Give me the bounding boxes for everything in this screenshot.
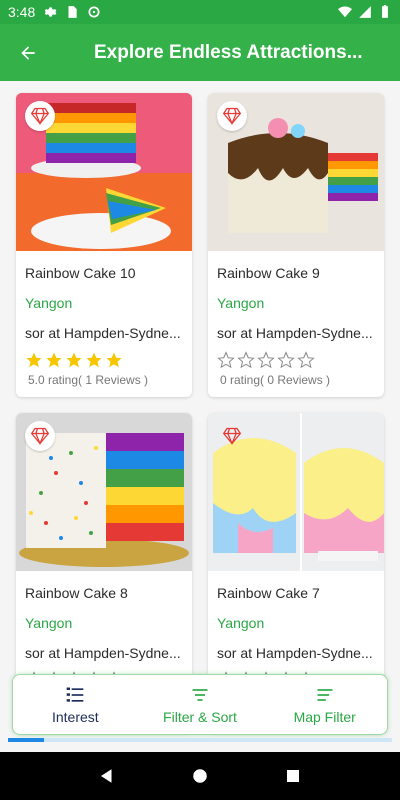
card-image bbox=[208, 93, 384, 251]
recents-square-icon[interactable] bbox=[284, 767, 302, 785]
bottom-action-bar: Interest Filter & Sort Map Filter bbox=[12, 674, 388, 735]
filter-sort-label: Filter & Sort bbox=[163, 708, 237, 725]
star-filled-icon bbox=[26, 352, 42, 368]
card-subtitle: sor at Hampden-Sydne... bbox=[25, 325, 181, 341]
star-outline-icon bbox=[217, 351, 235, 369]
app-bar: Explore Endless Attractions... bbox=[0, 24, 400, 81]
system-navigation-bar bbox=[0, 752, 400, 800]
scroll-indicator bbox=[8, 738, 392, 742]
star-filled-icon bbox=[46, 352, 62, 368]
interest-button[interactable]: Interest bbox=[13, 675, 138, 734]
card-city: Yangon bbox=[25, 615, 73, 631]
star-outline-icon bbox=[237, 351, 255, 369]
interest-label: Interest bbox=[51, 708, 99, 725]
card-subtitle: sor at Hampden-Sydne... bbox=[25, 645, 181, 661]
card-image bbox=[16, 93, 192, 251]
rating-text: 5.0 rating( 1 Reviews ) bbox=[28, 373, 149, 387]
back-button[interactable] bbox=[0, 24, 56, 81]
attraction-card[interactable]: Rainbow Cake 9 Yangon sor at Hampden-Syd… bbox=[208, 93, 384, 397]
battery-icon bbox=[382, 5, 388, 18]
map-filter-button[interactable]: Map Filter bbox=[262, 675, 387, 734]
card-title: Rainbow Cake 10 bbox=[25, 265, 136, 281]
card-image bbox=[208, 413, 384, 571]
diamond-icon[interactable] bbox=[25, 421, 55, 451]
data-saver-icon bbox=[88, 6, 100, 18]
card-city: Yangon bbox=[217, 615, 265, 631]
card-title: Rainbow Cake 9 bbox=[217, 265, 320, 281]
sort-icon bbox=[317, 688, 333, 701]
diamond-icon[interactable] bbox=[25, 101, 55, 131]
card-title: Rainbow Cake 8 bbox=[25, 585, 128, 601]
star-filled-icon bbox=[86, 352, 102, 368]
rating-text: 0 rating( 0 Reviews ) bbox=[220, 373, 331, 387]
arrow-back-icon bbox=[21, 45, 35, 60]
star-filled-icon bbox=[66, 352, 82, 368]
star-filled-icon bbox=[106, 352, 122, 368]
map-filter-label: Map Filter bbox=[293, 708, 356, 725]
card-subtitle: sor at Hampden-Sydne... bbox=[217, 325, 373, 341]
card-title: Rainbow Cake 7 bbox=[217, 585, 320, 601]
settings-icon bbox=[45, 7, 57, 17]
filter-sort-button[interactable]: Filter & Sort bbox=[138, 675, 263, 734]
card-city: Yangon bbox=[217, 295, 265, 311]
card-city: Yangon bbox=[25, 295, 73, 311]
page-title: Explore Endless Attractions... bbox=[94, 41, 363, 63]
rating-stars bbox=[25, 351, 192, 369]
star-outline-icon bbox=[277, 351, 295, 369]
wifi-icon bbox=[338, 6, 352, 18]
diamond-icon[interactable] bbox=[217, 421, 247, 451]
attractions-grid[interactable]: Rainbow Cake 10 Yangon sor at Hampden-Sy… bbox=[0, 81, 400, 751]
attraction-card[interactable]: Rainbow Cake 10 Yangon sor at Hampden-Sy… bbox=[16, 93, 192, 397]
filter-icon bbox=[192, 688, 208, 701]
scroll-thumb[interactable] bbox=[8, 738, 44, 742]
home-circle-icon[interactable] bbox=[191, 767, 209, 785]
card-subtitle: sor at Hampden-Sydne... bbox=[217, 645, 373, 661]
diamond-icon[interactable] bbox=[217, 101, 247, 131]
status-bar: 3:48 bbox=[0, 0, 400, 24]
card-image bbox=[16, 413, 192, 571]
sd-card-icon bbox=[68, 6, 77, 18]
list-icon bbox=[66, 687, 84, 702]
back-triangle-icon[interactable] bbox=[98, 767, 116, 785]
rating-stars bbox=[217, 351, 384, 369]
signal-icon bbox=[359, 6, 371, 18]
status-time: 3:48 bbox=[8, 4, 36, 20]
star-outline-icon bbox=[297, 351, 315, 369]
star-outline-icon bbox=[257, 351, 275, 369]
